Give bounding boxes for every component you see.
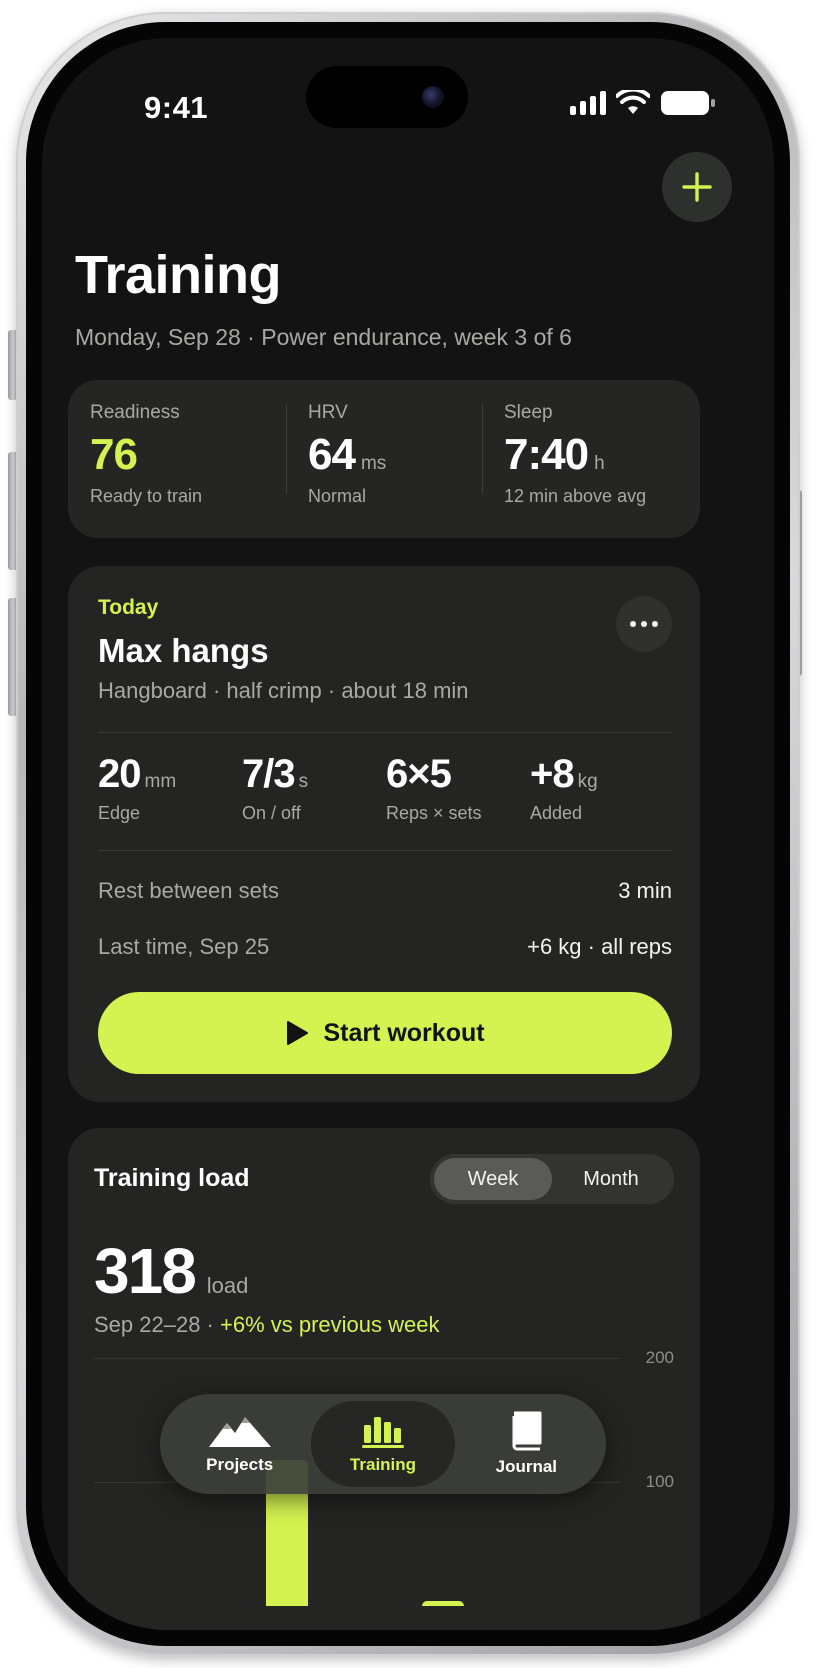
stat-number: +8: [530, 752, 575, 796]
load-range: Sep 22–28 ·: [94, 1312, 220, 1337]
stat-value: +8 kg: [530, 752, 674, 797]
screen: 9:41 Training Monday, Sep 28 · Power end…: [42, 38, 774, 1630]
segment-week[interactable]: Week: [434, 1158, 552, 1200]
tab-projects[interactable]: Projects: [168, 1401, 311, 1487]
tab-journal[interactable]: Journal: [455, 1401, 598, 1487]
rest-value: 3 min: [618, 878, 672, 903]
plus-icon: [682, 172, 712, 202]
tab-bar: Projects Training Journal: [160, 1394, 606, 1494]
dynamic-island: [306, 66, 468, 128]
load-unit: load: [206, 1273, 249, 1298]
tab-projects-label: Projects: [206, 1455, 274, 1474]
metric-number: 64: [308, 430, 356, 479]
battery-icon: [661, 91, 715, 115]
metric-number: 7:40: [504, 430, 589, 479]
book-icon: [512, 1411, 542, 1451]
status-time: 9:41: [144, 90, 209, 125]
gridline-top: [94, 1358, 620, 1359]
load-change: +6% vs previous week: [219, 1312, 440, 1337]
bar-chart-icon: [361, 1417, 404, 1448]
workout-title: Max hangs: [98, 632, 269, 669]
metric-label: Sleep: [504, 402, 553, 423]
tab-training[interactable]: Training: [311, 1401, 455, 1487]
load-number: 318: [94, 1235, 197, 1307]
status-icons: [570, 90, 716, 116]
last-time-label: Last time, Sep 25: [98, 934, 270, 959]
workout-stats: 20 mm Edge 7/3 s On / off 6×5 Reps × set…: [98, 752, 674, 824]
metric-note: Normal: [308, 486, 367, 506]
metric-value: 7:40 h: [504, 430, 700, 480]
metric-value: 64 ms: [308, 430, 482, 480]
add-button[interactable]: [662, 152, 732, 222]
stat-unit: mm: [144, 771, 177, 792]
segment-month[interactable]: Month: [552, 1158, 670, 1200]
camera-lens: [422, 86, 444, 108]
stat-value: 20 mm: [98, 752, 242, 797]
stat-label: On / off: [242, 803, 301, 823]
tab-training-label: Training: [349, 1455, 417, 1474]
page-subtitle: Monday, Sep 28 · Power endurance, week 3…: [75, 324, 572, 350]
stat-unit: kg: [577, 771, 598, 792]
rest-row: Rest between sets 3 min: [98, 878, 672, 904]
axis-label-mid: 100: [645, 1472, 674, 1491]
training-load-card: Training load Week Month 318 load Sep 22…: [68, 1128, 700, 1630]
more-dots-icon: [630, 621, 636, 627]
more-options-button[interactable]: [616, 596, 672, 652]
today-label: Today: [98, 596, 159, 619]
stat-number: 6×5: [386, 752, 452, 796]
metric-note: 12 min above avg: [504, 486, 647, 506]
stat-label: Added: [530, 803, 583, 823]
load-summary: Sep 22–28 · +6% vs previous week: [94, 1312, 439, 1338]
stat-label: Reps × sets: [386, 803, 482, 823]
start-workout-button[interactable]: Start workout: [98, 992, 672, 1074]
page-title: Training: [75, 245, 282, 305]
stat-number: 7/3: [242, 752, 296, 796]
axis-label-top: 200: [645, 1348, 674, 1367]
metric-unit: h: [594, 453, 605, 474]
metric-label: HRV: [308, 402, 348, 423]
more-dots-icon: [641, 621, 647, 627]
metric-value: 76: [90, 430, 286, 480]
mountains-icon: [208, 1417, 271, 1447]
period-segmented-control: Week Month: [430, 1154, 674, 1204]
stat-unit: s: [298, 771, 309, 792]
metric-note: Ready to train: [90, 486, 203, 506]
workout-card[interactable]: Today Max hangs Hangboard · half crimp ·…: [68, 566, 700, 1102]
stat-value: 7/3 s: [242, 752, 386, 797]
metric-unit: ms: [360, 453, 387, 474]
stat-reps-sets: 6×5 Reps × sets: [386, 752, 530, 824]
stat-value: 6×5: [386, 752, 530, 797]
stat-label: Edge: [98, 803, 141, 823]
play-icon: [287, 1021, 309, 1045]
more-dots-icon: [652, 621, 658, 627]
metrics-card: Readiness 76 Ready to train HRV 64 ms No…: [68, 380, 700, 538]
start-workout-label: Start workout: [323, 1018, 485, 1047]
rest-label: Rest between sets: [98, 878, 279, 903]
tab-journal-label: Journal: [495, 1457, 558, 1476]
divider: [98, 850, 672, 851]
last-time-row: Last time, Sep 25 +6 kg · all reps: [98, 934, 672, 960]
metric-sleep[interactable]: Sleep 7:40 h 12 min above avg: [482, 380, 700, 538]
metric-label: Readiness: [90, 402, 180, 423]
metric-hrv[interactable]: HRV 64 ms Normal: [286, 380, 482, 538]
load-value: 318 load: [94, 1234, 248, 1308]
load-bar: [422, 1601, 464, 1606]
workout-description: Hangboard · half crimp · about 18 min: [98, 678, 469, 703]
wifi-icon: [616, 90, 650, 114]
stat-added: +8 kg Added: [530, 752, 674, 824]
last-time-value: +6 kg · all reps: [527, 934, 672, 959]
training-load-title: Training load: [94, 1164, 250, 1192]
metric-number: 76: [90, 430, 138, 479]
stat-edge: 20 mm Edge: [98, 752, 242, 824]
stat-number: 20: [98, 752, 141, 796]
divider: [98, 732, 672, 733]
stat-on-off: 7/3 s On / off: [242, 752, 386, 824]
metric-readiness[interactable]: Readiness 76 Ready to train: [68, 380, 286, 538]
cellular-signal-icon: [570, 91, 606, 115]
